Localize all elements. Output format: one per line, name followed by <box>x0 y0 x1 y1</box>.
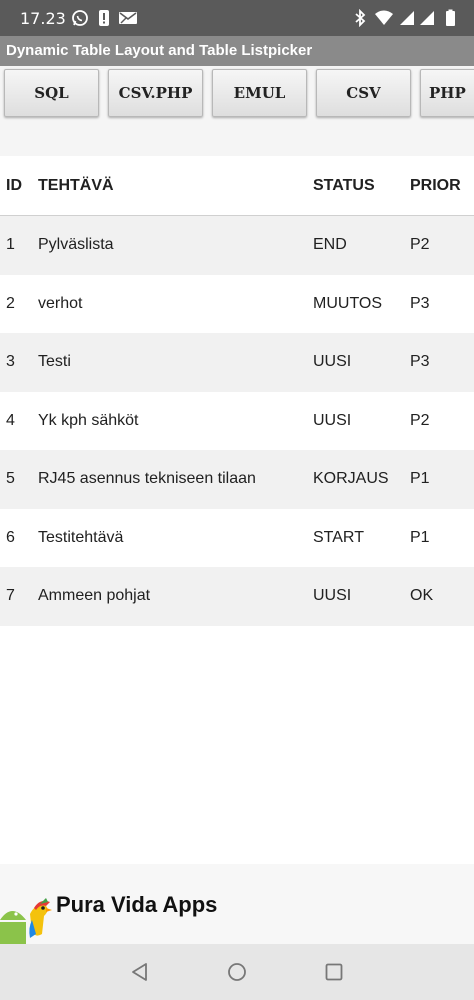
notification-icon <box>94 8 114 28</box>
battery-icon <box>440 8 460 28</box>
brand-footer: Pura Vida Apps <box>0 864 474 946</box>
table-row[interactable]: 1 Pylväslista END P2 <box>0 216 474 275</box>
row-task: Pylväslista <box>38 236 114 254</box>
row-status: UUSI <box>313 353 352 371</box>
row-status: KORJAUS <box>313 470 389 488</box>
row-id: 5 <box>6 470 15 488</box>
row-prior: P2 <box>410 236 430 254</box>
column-header-status[interactable]: STATUS <box>313 156 375 215</box>
bluetooth-icon <box>350 8 370 28</box>
row-prior: P2 <box>410 411 430 429</box>
row-status: MUUTOS <box>313 294 383 312</box>
back-icon[interactable] <box>126 958 154 986</box>
task-table: ID TEHTÄVÄ STATUS PRIOR 1 Pylväslista EN… <box>0 156 474 626</box>
row-task: RJ45 asennus tekniseen tilaan <box>38 470 256 488</box>
signal-icon <box>417 8 437 28</box>
row-id: 2 <box>6 294 15 312</box>
row-task: Testi <box>38 353 71 371</box>
row-id: 3 <box>6 353 15 371</box>
row-id: 6 <box>6 528 15 546</box>
table-row[interactable]: 4 Yk kph sähköt UUSI P2 <box>0 391 474 450</box>
table-row[interactable]: 6 Testitehtävä START P1 <box>0 508 474 567</box>
row-task: Ammeen pohjat <box>38 587 151 605</box>
table-header-row: ID TEHTÄVÄ STATUS PRIOR <box>0 156 474 216</box>
row-id: 7 <box>6 587 15 605</box>
android-logo-icon <box>0 894 58 951</box>
row-prior: OK <box>410 587 434 605</box>
status-bar: 17.23 <box>0 0 474 36</box>
row-prior: P3 <box>410 294 430 312</box>
brand-name: Pura Vida Apps <box>56 892 218 917</box>
row-prior: P3 <box>410 353 430 371</box>
row-status: END <box>313 236 347 254</box>
navigation-bar <box>0 944 474 1000</box>
recents-icon[interactable] <box>320 958 348 986</box>
row-task: Yk kph sähköt <box>38 411 139 429</box>
row-status: UUSI <box>313 587 352 605</box>
row-status: START <box>313 528 364 546</box>
whatsapp-icon <box>70 8 90 28</box>
row-task: verhot <box>38 294 83 312</box>
php-button[interactable]: PHP <box>420 69 474 117</box>
table-row[interactable]: 7 Ammeen pohjat UUSI OK <box>0 567 474 626</box>
table-row[interactable]: 2 verhot MUUTOS P3 <box>0 274 474 333</box>
signal-icon <box>397 8 417 28</box>
app-title: Dynamic Table Layout and Table Listpicke… <box>0 36 474 66</box>
csv-php-button[interactable]: CSV.PHP <box>108 69 203 117</box>
csv-button[interactable]: CSV <box>316 69 411 117</box>
emul-button[interactable]: EMUL <box>212 69 307 117</box>
column-header-id[interactable]: ID <box>6 156 22 215</box>
row-prior: P1 <box>410 470 430 488</box>
status-time: 17.23 <box>20 9 66 28</box>
column-header-task[interactable]: TEHTÄVÄ <box>38 156 114 215</box>
row-task: Testitehtävä <box>38 528 124 546</box>
sql-button[interactable]: SQL <box>4 69 99 117</box>
table-row[interactable]: 3 Testi UUSI P3 <box>0 333 474 392</box>
row-prior: P1 <box>410 528 430 546</box>
home-icon[interactable] <box>223 958 251 986</box>
row-id: 1 <box>6 236 15 254</box>
row-id: 4 <box>6 411 15 429</box>
column-header-prior[interactable]: PRIOR <box>410 156 461 215</box>
row-status: UUSI <box>313 411 352 429</box>
message-icon <box>118 8 138 28</box>
wifi-icon <box>374 8 394 28</box>
toolbar: SQL CSV.PHP EMUL CSV PHP <box>0 66 474 156</box>
table-row[interactable]: 5 RJ45 asennus tekniseen tilaan KORJAUS … <box>0 450 474 509</box>
